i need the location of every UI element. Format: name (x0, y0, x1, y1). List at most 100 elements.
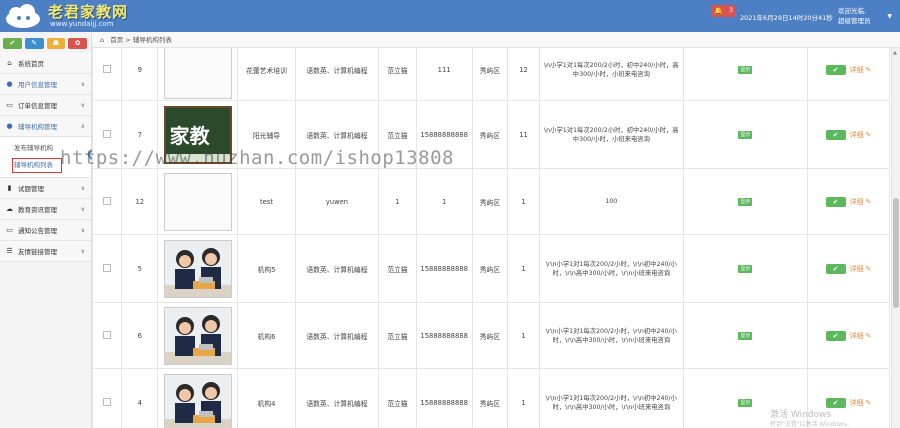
cell-id: 12 (121, 168, 159, 235)
cell-subjects: yuwen (294, 168, 379, 235)
sidebar-item-label: 友情链接管理 (18, 248, 57, 256)
sidebar-item-institutions[interactable]: ● 辅导机构管理 ∧ (0, 116, 91, 137)
chevron-down-icon: ∨ (80, 101, 85, 109)
sidebar-item-home[interactable]: ⌂ 系统首页 (0, 53, 91, 74)
user-menu[interactable]: 欢迎光临, 超级管理员 ▼ (838, 4, 894, 30)
institution-image[interactable] (163, 239, 232, 298)
sidebar: ✔ ✎ ☗ ✿ ⌂ 系统首页 ● 用户信息管理 ∨ ▭ 订单信息管理 ∨ ● 辅… (0, 32, 92, 428)
shortcut-cogs-button[interactable]: ✿ (68, 38, 87, 49)
shortcut-pencil-button[interactable]: ✎ (24, 38, 44, 49)
sidebar-item-users[interactable]: ● 用户信息管理 ∨ (0, 74, 91, 95)
status-badge: 显示 (738, 265, 753, 273)
notification-button[interactable]: 🔔 3 (711, 5, 735, 17)
cell-name: 机构6 (237, 302, 296, 369)
notification-count: 3 (729, 7, 733, 14)
activate-windows-subtitle: 转到"设置"以激活 Windows。 (770, 421, 853, 428)
cloud-logo-icon (6, 4, 40, 28)
approve-button[interactable]: ✔ (825, 397, 846, 408)
breadcrumb-home[interactable]: 首页 (110, 36, 123, 44)
scrollbar-thumb[interactable] (893, 198, 899, 308)
cell-address: 范立猫 (377, 302, 417, 369)
cell-description: \r\n小学1对1每次200/2小时，\r\n初中240/小时，\r\n高中30… (538, 368, 684, 428)
approve-button[interactable]: ✔ (825, 129, 846, 140)
approve-button[interactable]: ✔ (825, 330, 846, 341)
sidebar-item-label: 教育资讯管理 (18, 206, 57, 214)
cell-description: \r\n小学1对1每次200/2小时，\r\n初中240/小时，\r\n高中30… (538, 302, 684, 369)
breadcrumb-current: 辅导机构列表 (132, 36, 172, 44)
shortcut-chart-button[interactable]: ✔ (3, 38, 22, 49)
pencil-icon: ✎ (31, 39, 38, 47)
cell-id: 6 (121, 302, 159, 369)
sidebar-item-questions[interactable]: ▮ 试题管理 ∨ (0, 178, 91, 199)
table-row: 6 机构6 语数英、计算机编程 范立猫 15888888888 秀屿区 1 \r\n小学1对1… (92, 302, 890, 369)
current-datetime: 2021年6月29日14时20分41秒 (740, 14, 833, 22)
detail-link[interactable]: 详细 (850, 265, 864, 273)
sidebar-item-links[interactable]: ☰ 友情链接管理 ∨ (0, 241, 91, 262)
top-header: 老君家教网 www.yundaijj.com 🔔 3 2021年6月29日14时… (0, 0, 900, 32)
home-icon[interactable]: ⌂ (100, 36, 104, 44)
detail-link[interactable]: 详细 (850, 332, 864, 340)
row-checkbox[interactable] (103, 129, 112, 138)
institution-image[interactable] (163, 373, 232, 428)
status-badge: 显示 (738, 332, 753, 340)
sidebar-item-label: 用户信息管理 (18, 81, 57, 89)
cell-area: 秀屿区 (471, 48, 509, 101)
row-checkbox[interactable] (103, 196, 112, 205)
vertical-scrollbar[interactable]: ▲ (891, 48, 900, 428)
row-checkbox[interactable] (103, 64, 112, 73)
detail-link[interactable]: 详细 (850, 399, 864, 407)
table-row: 12 test yuwen 1 1 秀屿区 1 100 显示 ✔ 详细 ✎ (92, 168, 890, 235)
edit-icon[interactable]: ✎ (866, 198, 872, 206)
cell-name: 机构4 (237, 368, 296, 428)
detail-link[interactable]: 详细 (850, 198, 864, 206)
chevron-down-icon: ∨ (80, 80, 85, 88)
cell-phone: 15888888888 (415, 368, 473, 428)
students-photo-icon (164, 307, 231, 364)
cell-subjects: 语数英、计算机编程 (294, 302, 379, 369)
broken-image-icon[interactable] (163, 48, 232, 99)
sidebar-item-label: 辅导机构管理 (18, 123, 57, 131)
bell-icon: 🔔 (714, 7, 723, 15)
edit-icon[interactable]: ✎ (866, 265, 872, 273)
status-badge: 显示 (738, 131, 753, 139)
detail-link[interactable]: 详细 (850, 66, 864, 74)
approve-button[interactable]: ✔ (825, 64, 846, 75)
row-checkbox[interactable] (103, 397, 112, 406)
user-icon: ● (6, 80, 13, 88)
sidebar-item-notices[interactable]: ▭ 通知公告管理 ∨ (0, 220, 91, 241)
students-photo-icon (164, 374, 231, 428)
shortcut-users-button[interactable]: ☗ (46, 38, 66, 49)
cell-subjects: 语数英、计算机编程 (294, 48, 379, 101)
cell-description: \n小学1对1每次200/2小时，初中240/小时，高中300/小时，小班来电咨… (538, 100, 684, 169)
edit-icon[interactable]: ✎ (866, 66, 872, 74)
tasks-icon: ☰ (6, 247, 13, 255)
approve-button[interactable]: ✔ (825, 263, 846, 274)
users-icon: ☗ (52, 39, 60, 47)
cogs-icon: ✿ (74, 39, 81, 47)
cell-number: 11 (507, 100, 540, 169)
cell-address: 1 (377, 168, 417, 235)
chevron-down-icon: ∨ (80, 184, 85, 192)
edit-icon[interactable]: ✎ (866, 332, 872, 340)
detail-link[interactable]: 详细 (850, 131, 864, 139)
row-checkbox[interactable] (103, 330, 112, 339)
cell-id: 4 (121, 368, 159, 428)
cell-area: 秀屿区 (471, 168, 509, 235)
cell-area: 秀屿区 (471, 234, 509, 303)
institution-image[interactable] (163, 306, 232, 365)
approve-button[interactable]: ✔ (825, 196, 846, 207)
breadcrumb-separator: > (125, 36, 133, 44)
site-logo[interactable]: 老君家教网 www.yundaijj.com (4, 1, 134, 31)
scroll-up-icon[interactable]: ▲ (893, 50, 897, 56)
sidebar-item-news[interactable]: ☁ 教育资讯管理 ∨ (0, 199, 91, 220)
sidebar-item-label: 通知公告管理 (18, 227, 57, 235)
chevron-down-icon: ∨ (80, 247, 85, 255)
edit-icon[interactable]: ✎ (866, 399, 872, 407)
broken-image-icon[interactable] (163, 172, 232, 231)
cell-name: 机构5 (237, 234, 296, 303)
sidebar-item-orders[interactable]: ▭ 订单信息管理 ∨ (0, 95, 91, 116)
cell-phone: 15888888888 (415, 302, 473, 369)
watermark-text: https://www.huzhan.com/ishop13808 (60, 147, 454, 169)
edit-icon[interactable]: ✎ (866, 131, 872, 139)
row-checkbox[interactable] (103, 263, 112, 272)
